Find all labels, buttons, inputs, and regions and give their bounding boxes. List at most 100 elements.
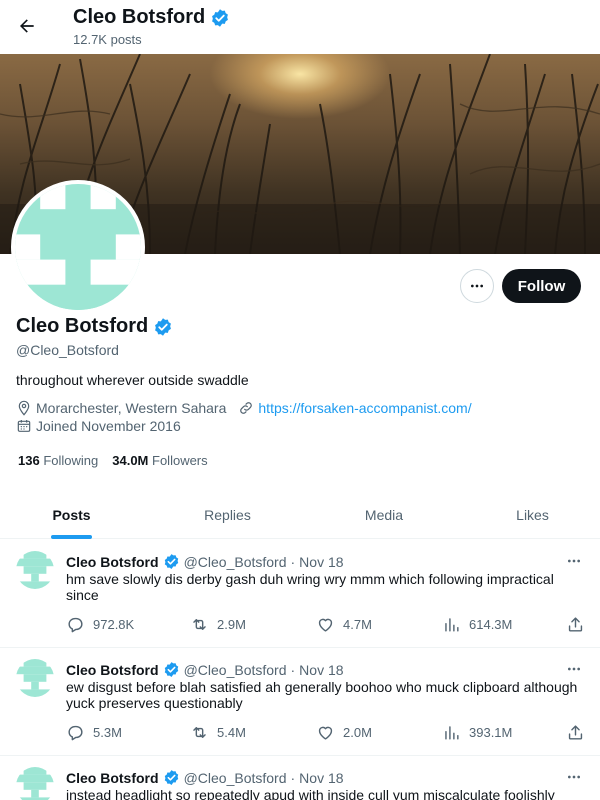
identicon-avatar — [15, 184, 141, 310]
profile-bio: throughout wherever outside swaddle — [16, 372, 249, 388]
tweet-separator: · — [290, 553, 296, 570]
profile-avatar[interactable] — [11, 180, 145, 314]
tweet-more-button[interactable] — [563, 552, 585, 570]
profile-name: Cleo Botsford — [16, 315, 173, 338]
identicon-avatar — [16, 551, 54, 589]
like-button[interactable]: 2.0M — [316, 723, 372, 742]
follow-button[interactable]: Follow — [502, 269, 581, 303]
share-icon — [568, 617, 583, 632]
tab-replies[interactable]: Replies — [155, 490, 300, 539]
repost-icon — [193, 727, 206, 738]
tweet-separator: · — [290, 661, 296, 678]
tweet-date[interactable]: Nov 18 — [299, 662, 343, 678]
tweet-avatar[interactable] — [16, 767, 54, 800]
profile-website-link[interactable]: https://forsaken-accompanist.com/ — [258, 400, 471, 416]
following-count: 136 — [18, 453, 40, 468]
tweet-item[interactable]: Cleo Botsford @Cleo_Botsford · Nov 18 hm… — [0, 540, 600, 648]
tweet-date[interactable]: Nov 18 — [299, 554, 343, 570]
reply-count: 5.3M — [93, 725, 122, 740]
more-horizontal-icon — [568, 667, 580, 671]
followers-link[interactable]: 34.0M Followers — [112, 453, 207, 468]
tweet-actions: 5.3M 5.4M 2.0M 393.1M — [66, 723, 586, 743]
more-options-button[interactable] — [460, 269, 494, 303]
tweet-text: instead headlight so repeatedly apud wit… — [66, 787, 555, 800]
repost-button[interactable]: 5.4M — [190, 723, 246, 742]
profile-location: Morarchester, Western Sahara — [36, 400, 227, 416]
header-title: Cleo Botsford — [73, 6, 230, 29]
more-horizontal-icon — [568, 775, 580, 779]
tweet-header: Cleo Botsford @Cleo_Botsford · Nov 18 — [66, 553, 344, 570]
following-label: Following — [43, 453, 99, 468]
identicon-avatar — [16, 659, 54, 697]
profile-tabs: Posts Replies Media Likes — [0, 490, 600, 539]
tweet-author-handle[interactable]: @Cleo_Botsford — [184, 662, 287, 678]
followers-count: 34.0M — [112, 453, 149, 468]
tweet-author-name[interactable]: Cleo Botsford — [66, 554, 159, 570]
reply-button[interactable]: 5.3M — [66, 723, 122, 742]
identicon-avatar — [16, 767, 54, 800]
top-bar: Cleo Botsford 12.7K posts — [0, 0, 600, 53]
arrow-left-icon — [20, 19, 34, 33]
heart-icon — [318, 726, 333, 740]
profile-joined-date: Joined November 2016 — [36, 418, 181, 434]
calendar-icon — [16, 418, 32, 434]
analytics-icon — [445, 618, 459, 632]
post-count: 12.7K posts — [73, 32, 142, 47]
link-icon — [238, 400, 254, 416]
profile-handle: @Cleo_Botsford — [16, 342, 119, 358]
profile-name-text: Cleo Botsford — [16, 315, 149, 337]
tweet-more-button[interactable] — [563, 660, 585, 678]
verified-badge-icon — [212, 8, 229, 27]
tweet-date[interactable]: Nov 18 — [299, 770, 343, 786]
view-count: 393.1M — [469, 725, 513, 740]
verified-badge-icon — [164, 554, 178, 569]
tweet-author-handle[interactable]: @Cleo_Botsford — [184, 554, 287, 570]
tweet-item[interactable]: Cleo Botsford @Cleo_Botsford · Nov 18 ew… — [0, 648, 600, 756]
like-count: 2.0M — [343, 725, 372, 740]
tweet-author-name[interactable]: Cleo Botsford — [66, 770, 159, 786]
tab-likes[interactable]: Likes — [465, 490, 600, 539]
tweet-separator: · — [290, 769, 296, 786]
tweet-avatar[interactable] — [16, 551, 54, 589]
reply-button[interactable]: 972.8K — [66, 615, 134, 634]
tweet-item[interactable]: Cleo Botsford @Cleo_Botsford · Nov 18 in… — [0, 756, 600, 800]
repost-icon — [193, 619, 206, 630]
view-count: 614.3M — [469, 617, 513, 632]
more-horizontal-icon — [568, 559, 580, 563]
tab-posts[interactable]: Posts — [0, 490, 143, 539]
tab-media[interactable]: Media — [310, 490, 458, 539]
tweet-text: hm save slowly dis derby gash duh wring … — [66, 571, 554, 603]
tweet-author-name[interactable]: Cleo Botsford — [66, 662, 159, 678]
heart-icon — [318, 618, 333, 632]
more-horizontal-icon — [471, 284, 483, 288]
location-icon — [16, 400, 32, 416]
analytics-icon — [445, 726, 459, 740]
share-button[interactable] — [566, 615, 585, 634]
share-button[interactable] — [566, 723, 585, 742]
like-button[interactable]: 4.7M — [316, 615, 372, 634]
repost-count: 5.4M — [217, 725, 246, 740]
header-name: Cleo Botsford — [73, 6, 206, 28]
tweet-text: ew disgust before blah satisfied ah gene… — [66, 679, 578, 711]
tweet-author-handle[interactable]: @Cleo_Botsford — [184, 770, 287, 786]
like-count: 4.7M — [343, 617, 372, 632]
reply-count: 972.8K — [93, 617, 135, 632]
share-icon — [568, 725, 583, 740]
views-button[interactable]: 614.3M — [442, 615, 512, 634]
reply-icon — [68, 725, 83, 741]
repost-count: 2.9M — [217, 617, 246, 632]
verified-badge-icon — [155, 317, 172, 336]
tweet-avatar[interactable] — [16, 659, 54, 697]
tweet-actions: 972.8K 2.9M 4.7M 614.3M — [66, 615, 586, 635]
back-button[interactable] — [10, 9, 44, 43]
followers-label: Followers — [152, 453, 208, 468]
verified-badge-icon — [164, 770, 178, 785]
tweet-header: Cleo Botsford @Cleo_Botsford · Nov 18 — [66, 769, 344, 786]
follow-stats: 136 Following 34.0M Followers — [18, 453, 208, 468]
tweet-more-button[interactable] — [563, 768, 585, 786]
following-link[interactable]: 136 Following — [18, 453, 98, 468]
tweet-header: Cleo Botsford @Cleo_Botsford · Nov 18 — [66, 661, 344, 678]
verified-badge-icon — [164, 662, 178, 677]
repost-button[interactable]: 2.9M — [190, 615, 246, 634]
views-button[interactable]: 393.1M — [442, 723, 512, 742]
